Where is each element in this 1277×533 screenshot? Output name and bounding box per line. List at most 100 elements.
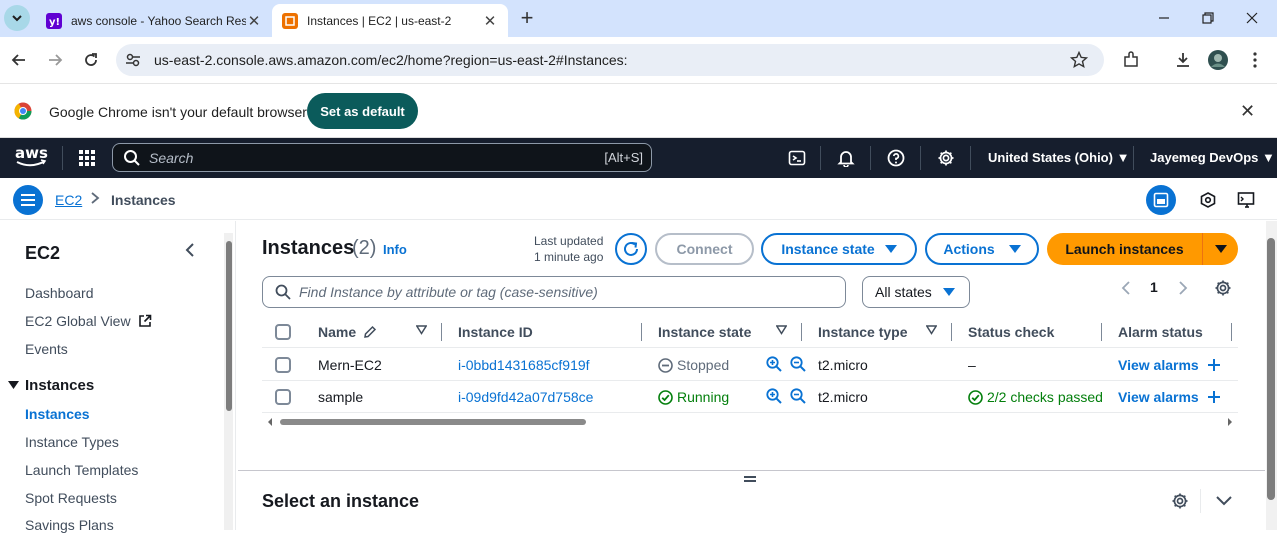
help-icon[interactable] [886, 148, 906, 168]
zoom-in-icon[interactable] [766, 388, 782, 404]
instance-id-link[interactable]: i-0bbd1431685cf919f [458, 357, 590, 373]
search-placeholder: Search [149, 149, 194, 166]
sidebar-item-instance-types[interactable]: Instance Types [25, 434, 119, 450]
refresh-button[interactable] [615, 233, 647, 265]
extensions-icon[interactable] [1120, 49, 1142, 71]
breadcrumb: EC2 Instances [0, 178, 1277, 220]
zoom-out-icon[interactable] [790, 356, 806, 372]
actions-button[interactable]: Actions [925, 233, 1039, 265]
sidebar-item-global-view[interactable]: EC2 Global View [25, 313, 152, 329]
connect-button[interactable]: Connect [655, 233, 754, 265]
hexagon-status-icon[interactable] [1193, 185, 1223, 215]
settings-gear-icon[interactable] [936, 148, 956, 168]
aws-logo[interactable]: aws [14, 144, 48, 168]
cloudshell-icon[interactable] [787, 148, 807, 168]
find-instance-input[interactable]: Find Instance by attribute or tag (case-… [262, 276, 846, 308]
instance-state: Running [658, 389, 729, 405]
column-header-instance-state[interactable]: Instance state [658, 324, 751, 340]
minimize-icon[interactable] [1154, 8, 1174, 28]
view-alarms-link[interactable]: View alarms [1118, 389, 1220, 405]
sort-caret-icon[interactable] [416, 325, 427, 335]
next-page-icon[interactable] [1178, 281, 1188, 295]
restore-icon[interactable] [1198, 8, 1218, 28]
sidebar-item-launch-templates[interactable]: Launch Templates [25, 462, 138, 478]
row-checkbox[interactable] [275, 357, 291, 373]
table-row[interactable]: Mern-EC2 i-0bbd1431685cf919f Stopped t2.… [262, 349, 1238, 381]
add-plus-icon [1207, 359, 1220, 371]
details-settings-gear-icon[interactable] [1171, 492, 1189, 510]
expand-details-chevron-icon[interactable] [1216, 496, 1232, 506]
current-page[interactable]: 1 [1150, 279, 1158, 295]
region-selector[interactable]: United States (Ohio) ▼ [988, 150, 1129, 165]
browser-tab-yahoo[interactable]: y! aws console - Yahoo Search Res ✕ [36, 4, 272, 37]
column-header-instance-type[interactable]: Instance type [818, 324, 907, 340]
download-icon[interactable] [1172, 49, 1194, 71]
column-header-name[interactable]: Name [318, 324, 377, 340]
sort-caret-icon[interactable] [776, 325, 787, 335]
new-tab-button[interactable]: + [516, 7, 538, 29]
column-header-status-check[interactable]: Status check [968, 324, 1054, 340]
collapse-sidebar-icon[interactable] [185, 242, 195, 258]
resize-handle[interactable] [744, 476, 756, 482]
launch-dropdown-icon[interactable] [1203, 244, 1238, 254]
forward-arrow-icon[interactable] [44, 49, 66, 71]
view-alarms-link[interactable]: View alarms [1118, 357, 1220, 373]
zoom-out-icon[interactable] [790, 388, 806, 404]
sidebar-item-spot-requests[interactable]: Spot Requests [25, 490, 117, 506]
close-window-icon[interactable] [1242, 8, 1262, 28]
services-grid-icon[interactable] [77, 148, 97, 168]
tab-title: aws console - Yahoo Search Res [71, 13, 246, 28]
sidebar-item-instances[interactable]: Instances [25, 406, 90, 422]
row-checkbox[interactable] [275, 389, 291, 405]
zoom-in-icon[interactable] [766, 356, 782, 372]
browser-toolbar: us-east-2.console.aws.amazon.com/ec2/hom… [0, 37, 1277, 84]
caret-down-icon [884, 245, 897, 253]
caret-down-icon [1008, 245, 1021, 253]
instance-id-link[interactable]: i-09d9fd42a07d758ce [458, 389, 593, 405]
table-horizontal-scrollbar[interactable] [266, 416, 1236, 428]
info-panel-toggle[interactable] [1146, 185, 1176, 215]
table-preferences-gear-icon[interactable] [1214, 279, 1232, 297]
instance-name: sample [318, 389, 364, 405]
sidebar-item-savings-plans[interactable]: Savings Plans [25, 517, 114, 533]
browser-tab-ec2[interactable]: Instances | EC2 | us-east-2 ✕ [272, 4, 508, 37]
notifications-bell-icon[interactable] [836, 148, 856, 168]
sidebar-section-instances[interactable]: Instances [8, 377, 94, 394]
account-menu[interactable]: Jayemeg DevOps ▼ [1150, 150, 1275, 165]
checks-passed-icon [968, 390, 983, 405]
column-header-instance-id[interactable]: Instance ID [458, 324, 533, 340]
notification-panel-icon[interactable] [1231, 185, 1261, 215]
address-bar[interactable]: us-east-2.console.aws.amazon.com/ec2/hom… [116, 44, 1104, 76]
sidebar-item-dashboard[interactable]: Dashboard [25, 285, 94, 301]
set-as-default-button[interactable]: Set as default [307, 93, 418, 129]
close-tab-icon[interactable]: ✕ [246, 13, 262, 30]
bookmark-star-icon[interactable] [1070, 51, 1090, 69]
select-all-checkbox[interactable] [275, 324, 291, 340]
sort-caret-icon[interactable] [926, 325, 937, 335]
instance-state: Stopped [658, 357, 729, 373]
table-row[interactable]: sample i-09d9fd42a07d758ce Running t2.mi… [262, 381, 1238, 413]
aws-search-input[interactable]: Search [Alt+S] [112, 143, 652, 172]
tab-search-button[interactable] [4, 5, 30, 31]
close-infobar-icon[interactable]: ✕ [1240, 101, 1255, 122]
status-check: – [968, 357, 976, 373]
launch-instances-button[interactable]: Launch instances [1047, 233, 1238, 265]
side-nav-toggle-button[interactable] [13, 185, 43, 215]
kebab-menu-icon[interactable] [1244, 49, 1266, 71]
chevron-right-icon [90, 191, 100, 205]
close-tab-icon[interactable]: ✕ [482, 13, 498, 30]
panel-divider [238, 470, 1265, 471]
instance-state-button[interactable]: Instance state [761, 233, 917, 265]
prev-page-icon[interactable] [1121, 281, 1131, 295]
reload-icon[interactable] [80, 49, 102, 71]
breadcrumb-ec2-link[interactable]: EC2 [55, 192, 82, 208]
site-settings-icon[interactable] [124, 51, 144, 69]
profile-avatar[interactable] [1207, 49, 1229, 71]
page-scrollbar-thumb[interactable] [1267, 238, 1275, 500]
states-filter-select[interactable]: All states [862, 276, 970, 308]
back-arrow-icon[interactable] [8, 49, 30, 71]
column-header-alarm-status[interactable]: Alarm status [1118, 324, 1203, 340]
sidebar-scrollbar-thumb[interactable] [226, 241, 232, 411]
sidebar-item-events[interactable]: Events [25, 341, 68, 357]
info-link[interactable]: Info [383, 242, 407, 257]
